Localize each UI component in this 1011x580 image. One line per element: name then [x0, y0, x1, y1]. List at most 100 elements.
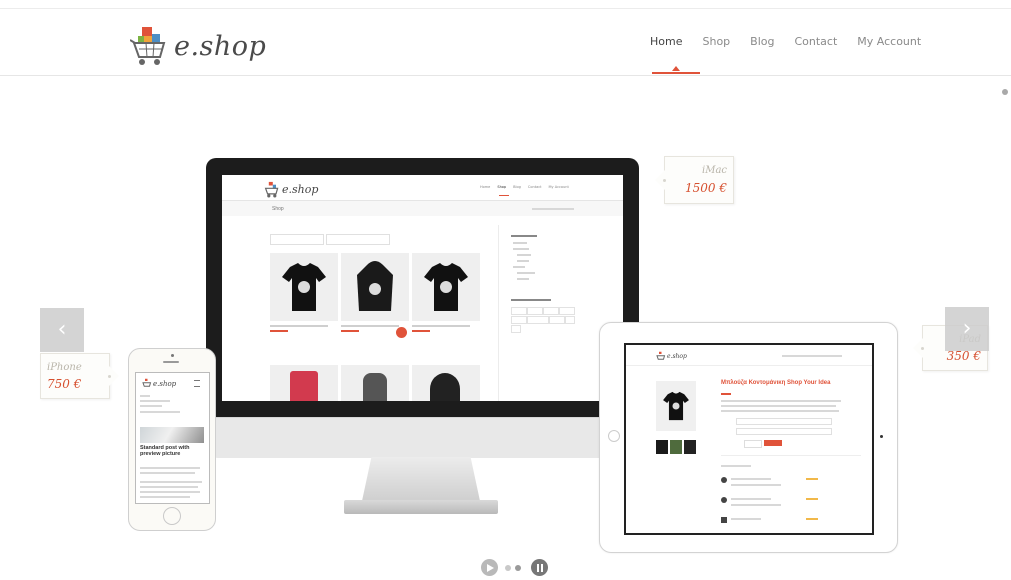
ipad-tabs	[721, 465, 751, 467]
ipad-camera	[880, 435, 883, 438]
play-icon	[486, 563, 494, 572]
mini-cart-logo-icon	[142, 378, 152, 387]
mini-product-image-2	[341, 365, 409, 401]
mini-tag	[511, 325, 521, 333]
tag-hole	[108, 375, 111, 378]
mini-cart-logo-icon	[264, 181, 279, 198]
mini-nav-home: Home	[480, 185, 491, 189]
iphone-mini-line	[140, 400, 170, 402]
mini-product-image	[270, 253, 338, 321]
mini-product-card	[341, 253, 409, 358]
side-scroll-dot[interactable]	[1002, 89, 1008, 95]
ipad-review-line	[731, 518, 761, 520]
tag-product-name: iMac	[702, 165, 727, 176]
mini-sidebar-item	[517, 254, 531, 256]
ipad-product-image	[656, 381, 696, 431]
ipad-review-line	[731, 478, 771, 480]
mini-sidebar-item	[517, 272, 535, 274]
mini-sidebar-item	[513, 248, 529, 250]
mini-nav-account: My Account	[548, 185, 569, 189]
ipad-review-stars	[806, 518, 818, 520]
mini-sidebar-item	[517, 260, 529, 262]
iphone-post-text	[140, 491, 200, 493]
tag-hole	[663, 179, 666, 182]
ipad-thumb	[684, 440, 696, 454]
iphone-speaker	[163, 361, 179, 363]
site-header: e.shop Home Shop Blog Contact My Account	[0, 9, 1011, 76]
iphone-mini-breadcrumb	[140, 395, 150, 397]
mini-product-image-2	[412, 365, 480, 401]
ipad-mini-logo-text: e.shop	[667, 353, 687, 360]
iphone-post-text	[140, 472, 195, 474]
mini-sidebar-item	[513, 242, 527, 244]
mini-sidebar-item	[517, 278, 529, 280]
iphone-mini-line	[140, 405, 162, 407]
slider-next-button[interactable]: ›	[945, 307, 989, 351]
mini-product-name	[341, 325, 399, 327]
chevron-right-icon: ›	[962, 316, 972, 341]
mini-breadcrumb	[532, 208, 574, 210]
mini-product-price	[270, 330, 288, 332]
mini-tag	[511, 316, 527, 324]
mini-product-name	[270, 325, 328, 327]
iphone-post-text	[140, 481, 202, 483]
mini-sale-badge	[396, 327, 407, 338]
slider-dot[interactable]	[505, 565, 511, 571]
ipad-review-avatar	[721, 517, 727, 523]
mini-sidebar-heading	[511, 299, 551, 301]
tshirt-icon	[282, 263, 326, 311]
ipad-review-line	[731, 504, 781, 506]
slider-prev-button[interactable]: ‹	[40, 308, 84, 352]
price-tag-imac: iMac 1500 €	[663, 156, 734, 204]
tag-product-price: 750 €	[47, 377, 82, 391]
slider-play-button[interactable]	[481, 559, 498, 576]
tshirt-icon	[424, 263, 468, 311]
mini-tag	[527, 307, 543, 315]
mini-sidebar-heading	[511, 235, 537, 237]
ipad-mini-logo: e.shop	[656, 351, 687, 362]
ipad-review-avatar	[721, 497, 727, 503]
mini-perpage-select	[326, 234, 390, 245]
slider-pause-button[interactable]	[531, 559, 548, 576]
mini-sidebar-divider	[498, 225, 499, 401]
mini-product-card	[270, 253, 338, 358]
slider-dot-active[interactable]	[515, 565, 521, 571]
imac-screen: e.shop Home Shop Blog Contact My Account…	[222, 175, 623, 401]
iphone-mini-logo-text: e.shop	[153, 379, 177, 388]
nav-home[interactable]: Home	[650, 35, 682, 48]
iphone-mini-line	[140, 411, 180, 413]
tag-product-name: iPhone	[47, 362, 82, 373]
imac-stand	[362, 457, 480, 501]
site-logo[interactable]: e.shop	[130, 21, 266, 71]
mini-nav: Home Shop Blog Contact My Account	[480, 185, 569, 189]
ipad-mini-divider	[626, 365, 872, 366]
iphone-post-text	[140, 486, 198, 488]
ipad-review-line	[731, 498, 771, 500]
ipad-review-avatar	[721, 477, 727, 483]
logo-text: e.shop	[174, 30, 267, 62]
mini-nav-shop: Shop	[497, 185, 507, 189]
main-nav: Home Shop Blog Contact My Account	[650, 35, 941, 48]
chevron-left-icon: ‹	[57, 317, 67, 342]
nav-contact[interactable]: Contact	[794, 35, 837, 48]
mini-sidebar-item	[513, 266, 525, 268]
iphone-post-title: Standard post with preview picture	[140, 445, 190, 457]
tshirt-icon	[663, 391, 689, 421]
iphone-camera	[171, 354, 174, 357]
imac-stand-base	[344, 500, 498, 514]
nav-shop[interactable]: Shop	[702, 35, 730, 48]
mini-product-price	[412, 330, 430, 332]
ipad-product-price	[721, 393, 731, 395]
mini-tag	[511, 307, 527, 315]
nav-my-account[interactable]: My Account	[857, 35, 921, 48]
nav-blog[interactable]: Blog	[750, 35, 774, 48]
ipad-product-desc	[721, 400, 841, 402]
ipad-add-to-cart	[764, 440, 782, 446]
mini-product-card	[412, 253, 480, 358]
mini-tag	[565, 316, 575, 324]
shopping-cart-logo-icon	[130, 27, 166, 65]
mini-product-image	[341, 253, 409, 321]
ipad-thumb	[670, 440, 682, 454]
ipad-product-title: Μπλούζα Κοντομάνικη Shop Your Idea	[721, 380, 831, 386]
iphone-home-button	[163, 507, 181, 525]
